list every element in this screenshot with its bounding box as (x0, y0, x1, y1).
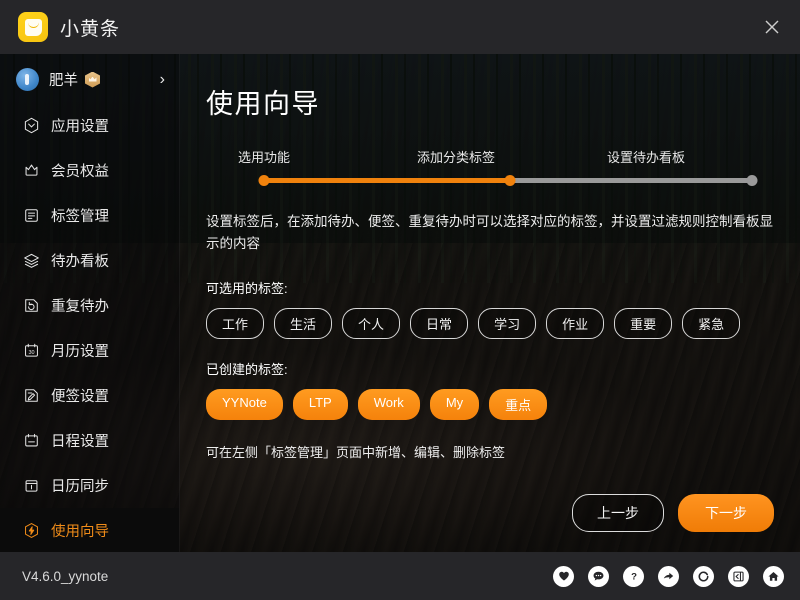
sidebar-item-member-benefits[interactable]: 会员权益 (0, 148, 179, 193)
avatar (16, 68, 39, 91)
created-tags-label: 已创建的标签: (206, 361, 288, 377)
created-tags-row: YYNote LTP Work My 重点 (206, 388, 774, 420)
wizard-nav-buttons: 上一步 下一步 (206, 494, 774, 532)
calendar-30-icon: 30 (22, 342, 40, 360)
sidebar-item-label: 日历同步 (51, 479, 109, 495)
repeat-icon (22, 297, 40, 315)
app-logo-icon (18, 12, 48, 42)
available-tag[interactable]: 日常 (410, 307, 469, 339)
crown-icon (22, 162, 40, 180)
sidebar-item-month-calendar-settings[interactable]: 30 月历设置 (0, 328, 179, 373)
next-step-button[interactable]: 下一步 (678, 494, 774, 532)
chat-icon[interactable] (588, 565, 609, 587)
progress-stepper: 选用功能 添加分类标签 设置待办看板 (206, 147, 774, 193)
stepper-dot-3[interactable] (746, 175, 758, 186)
sidebar-nav: 应用设置 会员权益 标签管理 待办看板 重复待办 30 月历设置 便签设置 日程… (0, 103, 179, 552)
sidebar-item-repeating-todo[interactable]: 重复待办 (0, 283, 179, 328)
home-icon[interactable] (763, 565, 784, 587)
footer-bar: V4.6.0_yynote ? (0, 552, 800, 600)
available-tag[interactable]: 生活 (274, 307, 333, 339)
available-tags-label: 可选用的标签: (206, 280, 288, 296)
app-title: 小黄条 (60, 18, 121, 40)
chevron-right-icon[interactable]: › (160, 71, 165, 88)
available-tag[interactable]: 重要 (614, 307, 673, 339)
sidebar: 肥羊 › 应用设置 会员权益 标签管理 待办看板 重复待办 30 月历设置 便签… (0, 54, 180, 552)
collapse-panel-icon[interactable] (728, 565, 749, 587)
sidebar-item-todo-board[interactable]: 待办看板 (0, 238, 179, 283)
stepper-fill (264, 178, 511, 183)
hint-text: 可在左侧「标签管理」页面中新增、编辑、删除标签 (206, 444, 506, 460)
created-tag[interactable]: 重点 (489, 388, 548, 420)
content-area: 肥羊 › 应用设置 会员权益 标签管理 待办看板 重复待办 30 月历设置 便签… (0, 54, 800, 552)
sidebar-item-label: 使用向导 (51, 524, 109, 540)
close-icon[interactable] (744, 0, 800, 54)
profile-row[interactable]: 肥羊 › (0, 68, 179, 91)
tag-list-icon (22, 207, 40, 225)
svg-text:?: ? (631, 572, 637, 583)
profile-name: 肥羊 (49, 73, 78, 89)
available-tag[interactable]: 个人 (342, 307, 401, 339)
step-label-3: 设置待办看板 (606, 150, 686, 165)
prev-step-button[interactable]: 上一步 (572, 494, 664, 532)
title-bar: 小黄条 (0, 0, 800, 54)
sidebar-item-label: 应用设置 (51, 119, 109, 135)
footer-icon-group: ? (553, 565, 784, 587)
sidebar-item-tag-management[interactable]: 标签管理 (0, 193, 179, 238)
stepper-track (258, 175, 758, 186)
layers-icon (22, 252, 40, 270)
share-icon[interactable] (658, 565, 679, 587)
vip-crown-badge-icon (85, 71, 100, 88)
sidebar-item-usage-guide[interactable]: 使用向导 (0, 508, 179, 552)
available-tag[interactable]: 作业 (546, 307, 605, 339)
settings-icon (22, 117, 40, 135)
available-tag[interactable]: 紧急 (682, 307, 741, 339)
page-title: 使用向导 (206, 89, 320, 119)
sidebar-item-sticky-note-settings[interactable]: 便签设置 (0, 373, 179, 418)
created-tag[interactable]: Work (357, 388, 420, 420)
sidebar-item-schedule-settings[interactable]: 日程设置 (0, 418, 179, 463)
sidebar-item-label: 待办看板 (51, 254, 109, 270)
stepper-dot-2[interactable] (504, 175, 516, 186)
available-tag[interactable]: 学习 (478, 307, 537, 339)
created-tag[interactable]: YYNote (206, 388, 283, 420)
version-label: V4.6.0_yynote (22, 568, 109, 584)
created-tag[interactable]: LTP (292, 388, 348, 420)
step-label-2: 添加分类标签 (416, 150, 496, 165)
app-window: 小黄条 肥羊 › 应用设置 会员权益 标签管理 待办看板 重复待办 30 月历设… (0, 0, 800, 600)
sidebar-item-label: 月历设置 (51, 344, 109, 360)
lightning-icon (22, 522, 40, 540)
stepper-labels: 选用功能 添加分类标签 设置待办看板 (206, 147, 774, 169)
heart-icon[interactable] (553, 565, 574, 587)
available-tags-row: 工作 生活 个人 日常 学习 作业 重要 紧急 (206, 307, 774, 339)
description-text: 设置标签后，在添加待办、便签、重复待办时可以选择对应的标签，并设置过滤规则控制看… (206, 214, 773, 252)
calendar-sync-icon (22, 477, 40, 495)
created-tag[interactable]: My (429, 388, 480, 420)
help-icon[interactable]: ? (623, 565, 644, 587)
sidebar-item-label: 便签设置 (51, 389, 109, 405)
sidebar-item-label: 会员权益 (51, 164, 109, 180)
available-tag[interactable]: 工作 (206, 307, 265, 339)
refresh-icon[interactable] (693, 565, 714, 587)
sidebar-item-app-settings[interactable]: 应用设置 (0, 103, 179, 148)
main-panel: 使用向导 选用功能 添加分类标签 设置待办看板 设置标签后，在添加待办、便签、重… (180, 54, 800, 552)
sidebar-item-calendar-sync[interactable]: 日历同步 (0, 463, 179, 508)
sidebar-item-label: 标签管理 (51, 209, 109, 225)
sidebar-item-label: 重复待办 (51, 299, 109, 315)
svg-text:30: 30 (28, 350, 34, 356)
step-label-1: 选用功能 (237, 150, 291, 165)
schedule-icon (22, 432, 40, 450)
stepper-dot-1[interactable] (258, 175, 270, 186)
note-edit-icon (22, 387, 40, 405)
sidebar-item-label: 日程设置 (51, 434, 109, 450)
